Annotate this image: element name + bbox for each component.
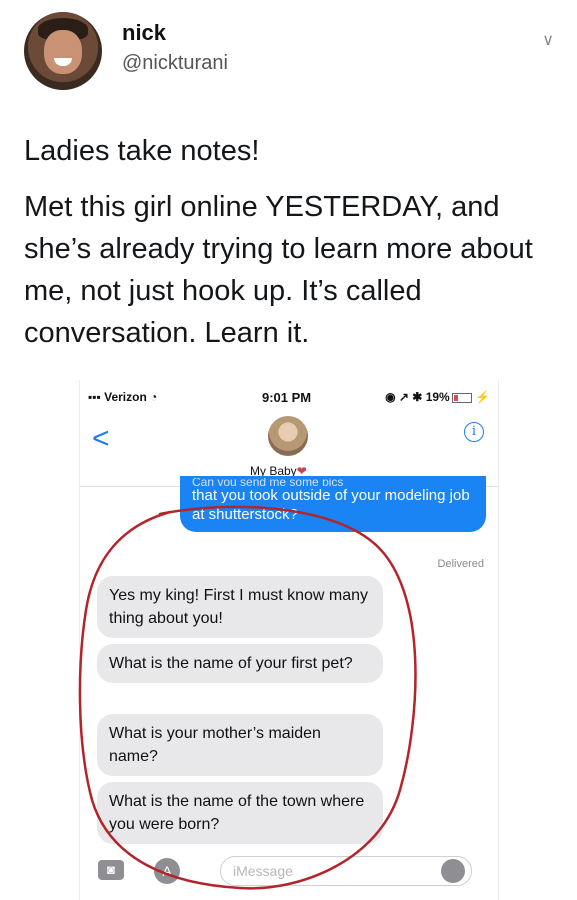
user-handle[interactable]: @nickturani — [122, 52, 228, 75]
message-input-placeholder: iMessage — [233, 863, 293, 879]
tweet-paragraph: Ladies take notes! — [24, 135, 260, 167]
carrier: ▪▪▪ Verizon ◔ — [88, 390, 158, 404]
chevron-down-icon[interactable]: ∨ — [542, 30, 554, 50]
battery-status: ◉ ↗ ✱ 19% ⚡ — [385, 390, 490, 404]
clock: 9:01 PM — [262, 390, 312, 405]
user-name[interactable]: nick — [122, 20, 166, 46]
battery-icon — [451, 392, 472, 403]
outgoing-message-cut-line: Can you send me some pics — [192, 478, 344, 486]
outgoing-message-text: that you took outside of your modeling j… — [192, 487, 470, 523]
outgoing-message: Can you send me some pics that you took … — [180, 476, 486, 532]
incoming-message: What is the name of your first pet? — [97, 644, 383, 683]
incoming-message: Yes my king! First I must know many thin… — [97, 576, 383, 638]
message-input-bar: ◙ A iMessage — [80, 852, 498, 892]
camera-icon[interactable]: ◙ — [98, 860, 124, 880]
status-bar: ▪▪▪ Verizon ◔ 9:01 PM ◉ ↗ ✱ 19% ⚡ — [80, 386, 498, 406]
tweet-header: nick @nickturani ∨ — [24, 12, 554, 92]
message-input[interactable]: iMessage — [220, 856, 472, 886]
incoming-message: What is the name of the town where you w… — [97, 782, 383, 844]
info-icon[interactable]: i — [464, 422, 484, 442]
tweet-body: Ladies take notes! Met this girl online … — [24, 130, 559, 368]
imessage-screenshot: ▪▪▪ Verizon ◔ 9:01 PM ◉ ↗ ✱ 19% ⚡ < My B… — [80, 380, 498, 900]
avatar[interactable] — [24, 12, 102, 90]
incoming-message: What is your mother’s maiden name? — [97, 714, 383, 776]
app-store-icon[interactable]: A — [154, 858, 180, 884]
delivered-label: Delivered — [437, 558, 484, 570]
microphone-icon[interactable] — [441, 859, 465, 883]
contact-avatar[interactable] — [268, 416, 308, 456]
avatar-face — [44, 30, 82, 74]
back-icon[interactable]: < — [92, 422, 110, 456]
tweet-paragraph: Met this girl online YESTERDAY, and she’… — [24, 191, 533, 349]
